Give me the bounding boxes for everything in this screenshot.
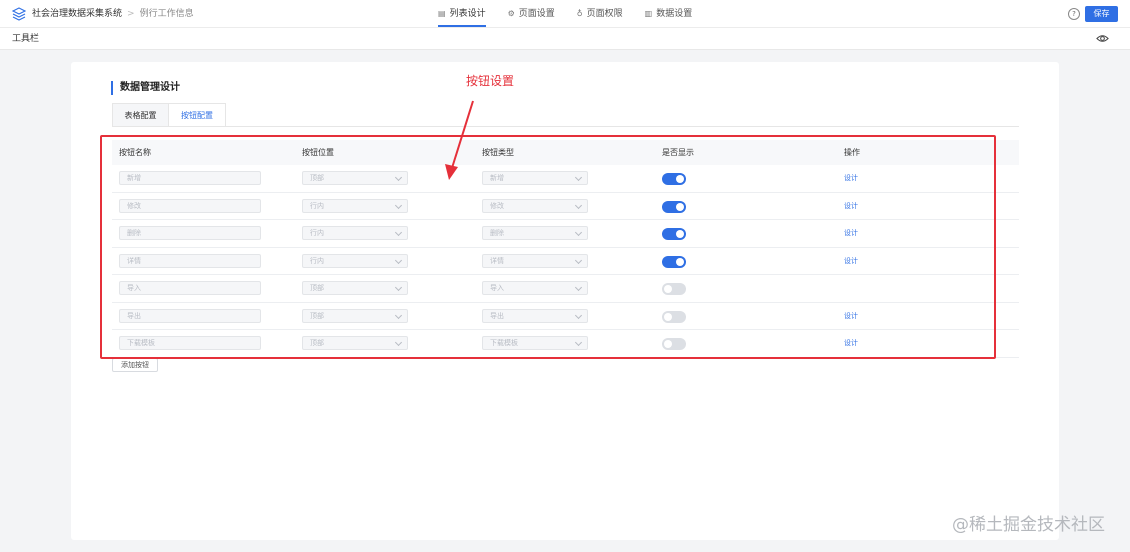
add-button-button[interactable]: 添加按钮	[112, 358, 158, 372]
tab-list-design[interactable]: ▤ 列表设计	[438, 0, 486, 28]
breadcrumb: 社会治理数据采集系统 > 例行工作信息	[32, 8, 194, 20]
tab-label: 列表设计	[449, 9, 486, 19]
tab-page-permission[interactable]: ♁ 页面权限	[577, 0, 623, 28]
tab-label: 页面设置	[518, 9, 555, 19]
help-icon[interactable]: ?	[1068, 8, 1080, 20]
tab-table-config[interactable]: 表格配置	[112, 103, 169, 127]
list-design-icon: ▤	[438, 9, 446, 18]
breadcrumb-page-name: 例行工作信息	[139, 9, 194, 19]
breadcrumb-separator: >	[127, 9, 135, 19]
permission-icon: ♁	[576, 9, 583, 18]
annotation-label: 按钮设置	[466, 74, 515, 88]
nav-tabs: ▤ 列表设计 ⚙ 页面设置 ♁ 页面权限 ▥ 数据设置	[438, 0, 714, 28]
watermark: @稀土掘金技术社区	[952, 515, 1105, 535]
save-button[interactable]: 保存	[1085, 6, 1118, 22]
page-settings-icon: ⚙	[507, 9, 515, 18]
toolbar: 工具栏	[0, 28, 1130, 50]
section-title: 数据管理设计	[111, 81, 180, 95]
eye-preview-icon[interactable]	[1096, 32, 1109, 45]
tab-label: 数据设置	[656, 9, 693, 19]
top-bar: 社会治理数据采集系统 > 例行工作信息 ▤ 列表设计 ⚙ 页面设置 ♁ 页面权限 ▥…	[0, 0, 1130, 28]
tab-page-settings[interactable]: ⚙ 页面设置	[508, 0, 555, 28]
toolbar-label: 工具栏	[12, 34, 40, 44]
tab-button-config[interactable]: 按钮配置	[169, 103, 226, 127]
layers-logo-icon	[12, 7, 26, 21]
tab-data-settings[interactable]: ▥ 数据设置	[645, 0, 693, 28]
tab-label: 页面权限	[586, 9, 623, 19]
bar-chart-icon: ▥	[644, 9, 653, 18]
breadcrumb-app-name[interactable]: 社会治理数据采集系统	[32, 9, 122, 19]
tabs-divider	[112, 126, 1019, 127]
annotation-highlight-box	[100, 135, 996, 359]
config-tabs: 表格配置 按钮配置	[112, 103, 226, 127]
